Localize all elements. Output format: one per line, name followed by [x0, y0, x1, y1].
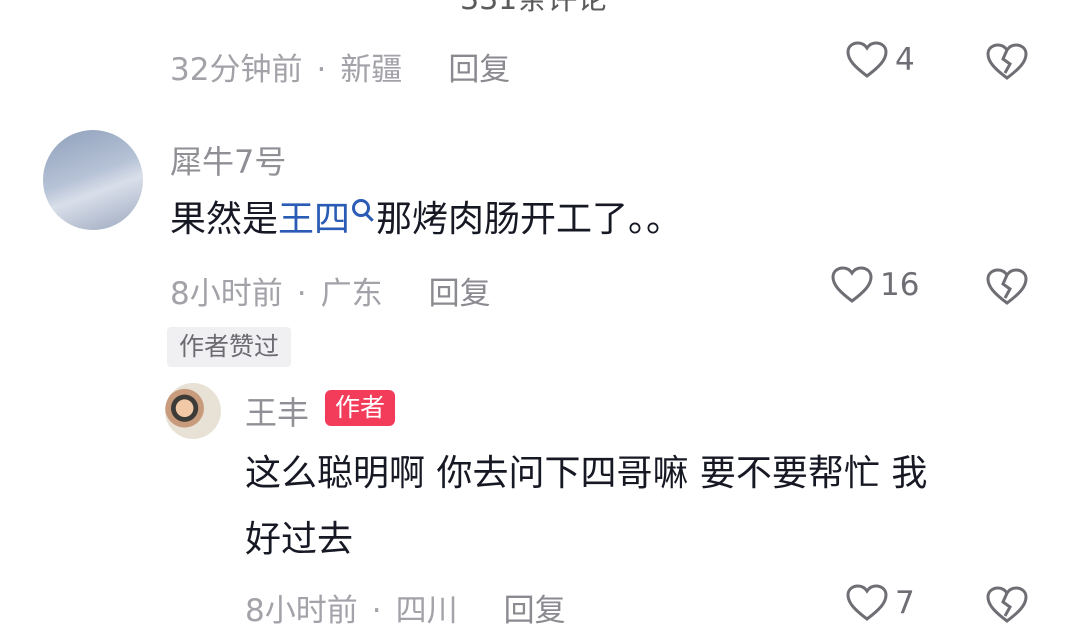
author-liked-badge: 作者赞过	[167, 327, 292, 367]
heart-outline-icon	[846, 584, 888, 621]
comment-time: 8小时前	[170, 276, 283, 312]
avatar[interactable]	[43, 130, 143, 230]
comment-count-header: 331条评论	[460, 0, 607, 18]
reply-username[interactable]: 王丰	[245, 388, 309, 434]
reply-button[interactable]: 回复	[504, 593, 566, 629]
reply-button[interactable]: 回复	[448, 52, 510, 88]
broken-heart-icon[interactable]	[985, 585, 1029, 625]
comment-meta: 32分钟前 · 新疆 回复	[170, 52, 511, 88]
comment-location: 广东	[320, 276, 383, 312]
broken-heart-icon[interactable]	[985, 42, 1029, 82]
comment-username[interactable]: 犀牛7号	[170, 137, 286, 183]
comment-time: 32分钟前	[170, 52, 303, 88]
reply-text-line-2: 好过去	[245, 519, 354, 560]
heart-outline-icon	[831, 266, 873, 303]
like-button[interactable]: 16	[830, 265, 919, 305]
reply-text-line-1: 这么聪明啊 你去问下四哥嘛 要不要帮忙 我	[245, 453, 928, 494]
reply-time: 8小时前	[245, 593, 358, 629]
search-icon[interactable]	[352, 199, 371, 217]
like-count: 16	[880, 267, 920, 303]
broken-heart-icon[interactable]	[985, 267, 1029, 307]
comment-location: 新疆	[340, 52, 403, 88]
heart-outline-icon	[846, 41, 888, 78]
like-button[interactable]: 7	[845, 583, 915, 623]
reply-location: 四川	[395, 593, 458, 629]
comment-text: 果然是王四 那烤肉肠开工了。。	[170, 199, 683, 240]
avatar[interactable]	[165, 383, 221, 439]
reply-meta: 8小时前 · 四川 回复	[245, 593, 566, 629]
reply-button[interactable]: 回复	[429, 276, 491, 312]
author-tag: 作者	[325, 390, 396, 426]
like-button[interactable]: 4	[845, 40, 915, 80]
comment-meta: 8小时前 · 广东 回复	[170, 276, 491, 312]
like-count: 7	[895, 585, 915, 621]
search-link[interactable]: 王四	[278, 199, 350, 240]
like-count: 4	[895, 42, 915, 78]
